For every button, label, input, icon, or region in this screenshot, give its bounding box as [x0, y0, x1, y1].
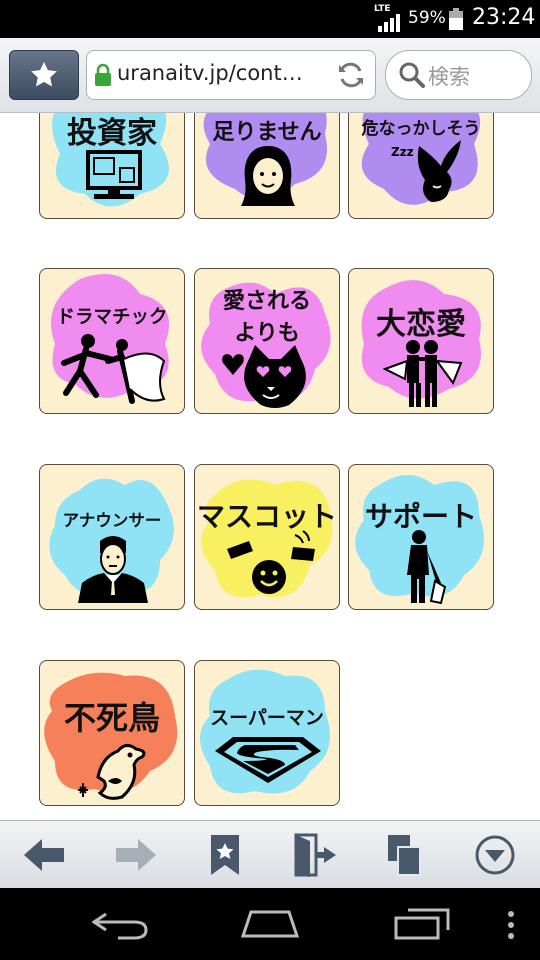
- lock-icon: [95, 63, 111, 86]
- tile-label: 大恋愛: [376, 307, 466, 342]
- browser-bottom-bar: [0, 820, 540, 889]
- bookmark-icon[interactable]: [200, 833, 250, 877]
- bookmarks-button[interactable]: [9, 50, 79, 100]
- computer-icon: [86, 150, 142, 199]
- tile-label: 足りません: [212, 120, 322, 145]
- tile-superman[interactable]: スーパーマン: [194, 660, 340, 806]
- back-icon[interactable]: [20, 833, 70, 877]
- address-bar[interactable]: uranaitv.jp/cont…: [86, 50, 376, 100]
- tile-label: アナウンサー: [62, 511, 162, 530]
- overflow-icon[interactable]: [506, 910, 516, 940]
- tile-mascot[interactable]: マスコット: [194, 464, 340, 610]
- tile-great-love[interactable]: 大恋愛: [348, 268, 494, 414]
- superman-logo-icon: [215, 737, 321, 783]
- reload-icon[interactable]: [335, 59, 367, 91]
- tile-announcer[interactable]: アナウンサー: [39, 464, 185, 610]
- back-icon[interactable]: [92, 908, 150, 940]
- tile-dramatic[interactable]: ドラマチック: [39, 268, 185, 414]
- tile-phoenix[interactable]: 不死鳥: [39, 660, 185, 806]
- couple-hug-icon: [383, 340, 463, 407]
- supporter-icon: [407, 530, 447, 605]
- url-text: uranaitv.jp/cont…: [117, 61, 303, 85]
- clock: 23:24: [472, 5, 536, 30]
- recents-icon[interactable]: [394, 908, 450, 940]
- search-icon: [399, 62, 425, 88]
- tabs-icon[interactable]: [380, 833, 430, 877]
- svg-text:Zzz: Zzz: [391, 145, 414, 159]
- exit-icon[interactable]: [290, 833, 340, 877]
- tile-label: 不死鳥: [63, 699, 160, 737]
- cat-heart-eyes-icon: [222, 345, 306, 408]
- star-icon: [31, 61, 57, 87]
- sleepy-rabbit-icon: Zzz: [391, 140, 461, 202]
- tile-rather-than-loved[interactable]: 愛される よりも: [194, 268, 340, 414]
- battery-icon: [449, 8, 463, 30]
- browser-toolbar: uranaitv.jp/cont… 検索: [0, 38, 540, 113]
- search-field[interactable]: 検索: [385, 50, 532, 100]
- page-content: 投資家 足りません 危なっかしそう Zzz ドラマチック 愛される よりも 大恋…: [0, 113, 540, 820]
- menu-icon[interactable]: [470, 833, 520, 877]
- system-nav-bar: [0, 888, 540, 960]
- forward-icon[interactable]: [110, 833, 160, 877]
- tile-label: ドラマチック: [56, 307, 168, 328]
- phoenix-icon: [78, 744, 146, 800]
- dancing-couple-icon: [61, 334, 166, 404]
- status-bar: LTE 59% 23:24: [0, 0, 540, 38]
- search-placeholder: 検索: [428, 65, 470, 89]
- woman-face-icon: [241, 146, 295, 206]
- network-type: LTE: [374, 4, 391, 14]
- battery-percent: 59%: [408, 8, 446, 28]
- home-icon[interactable]: [241, 910, 299, 938]
- tile-label: スーパーマン: [210, 707, 324, 729]
- smiley-hands-icon: [227, 530, 315, 594]
- tile-investor[interactable]: 投資家: [39, 113, 185, 219]
- tile-label-line2: よりも: [234, 321, 300, 346]
- tile-not-enough[interactable]: 足りません: [194, 113, 340, 219]
- tile-support[interactable]: サポート: [348, 464, 494, 610]
- tile-label-line1: 愛される: [222, 289, 311, 314]
- signal-icon: [378, 14, 400, 32]
- tile-label: 投資家: [67, 116, 157, 151]
- announcer-icon: [78, 536, 148, 603]
- tile-risky[interactable]: 危なっかしそう Zzz: [348, 113, 494, 219]
